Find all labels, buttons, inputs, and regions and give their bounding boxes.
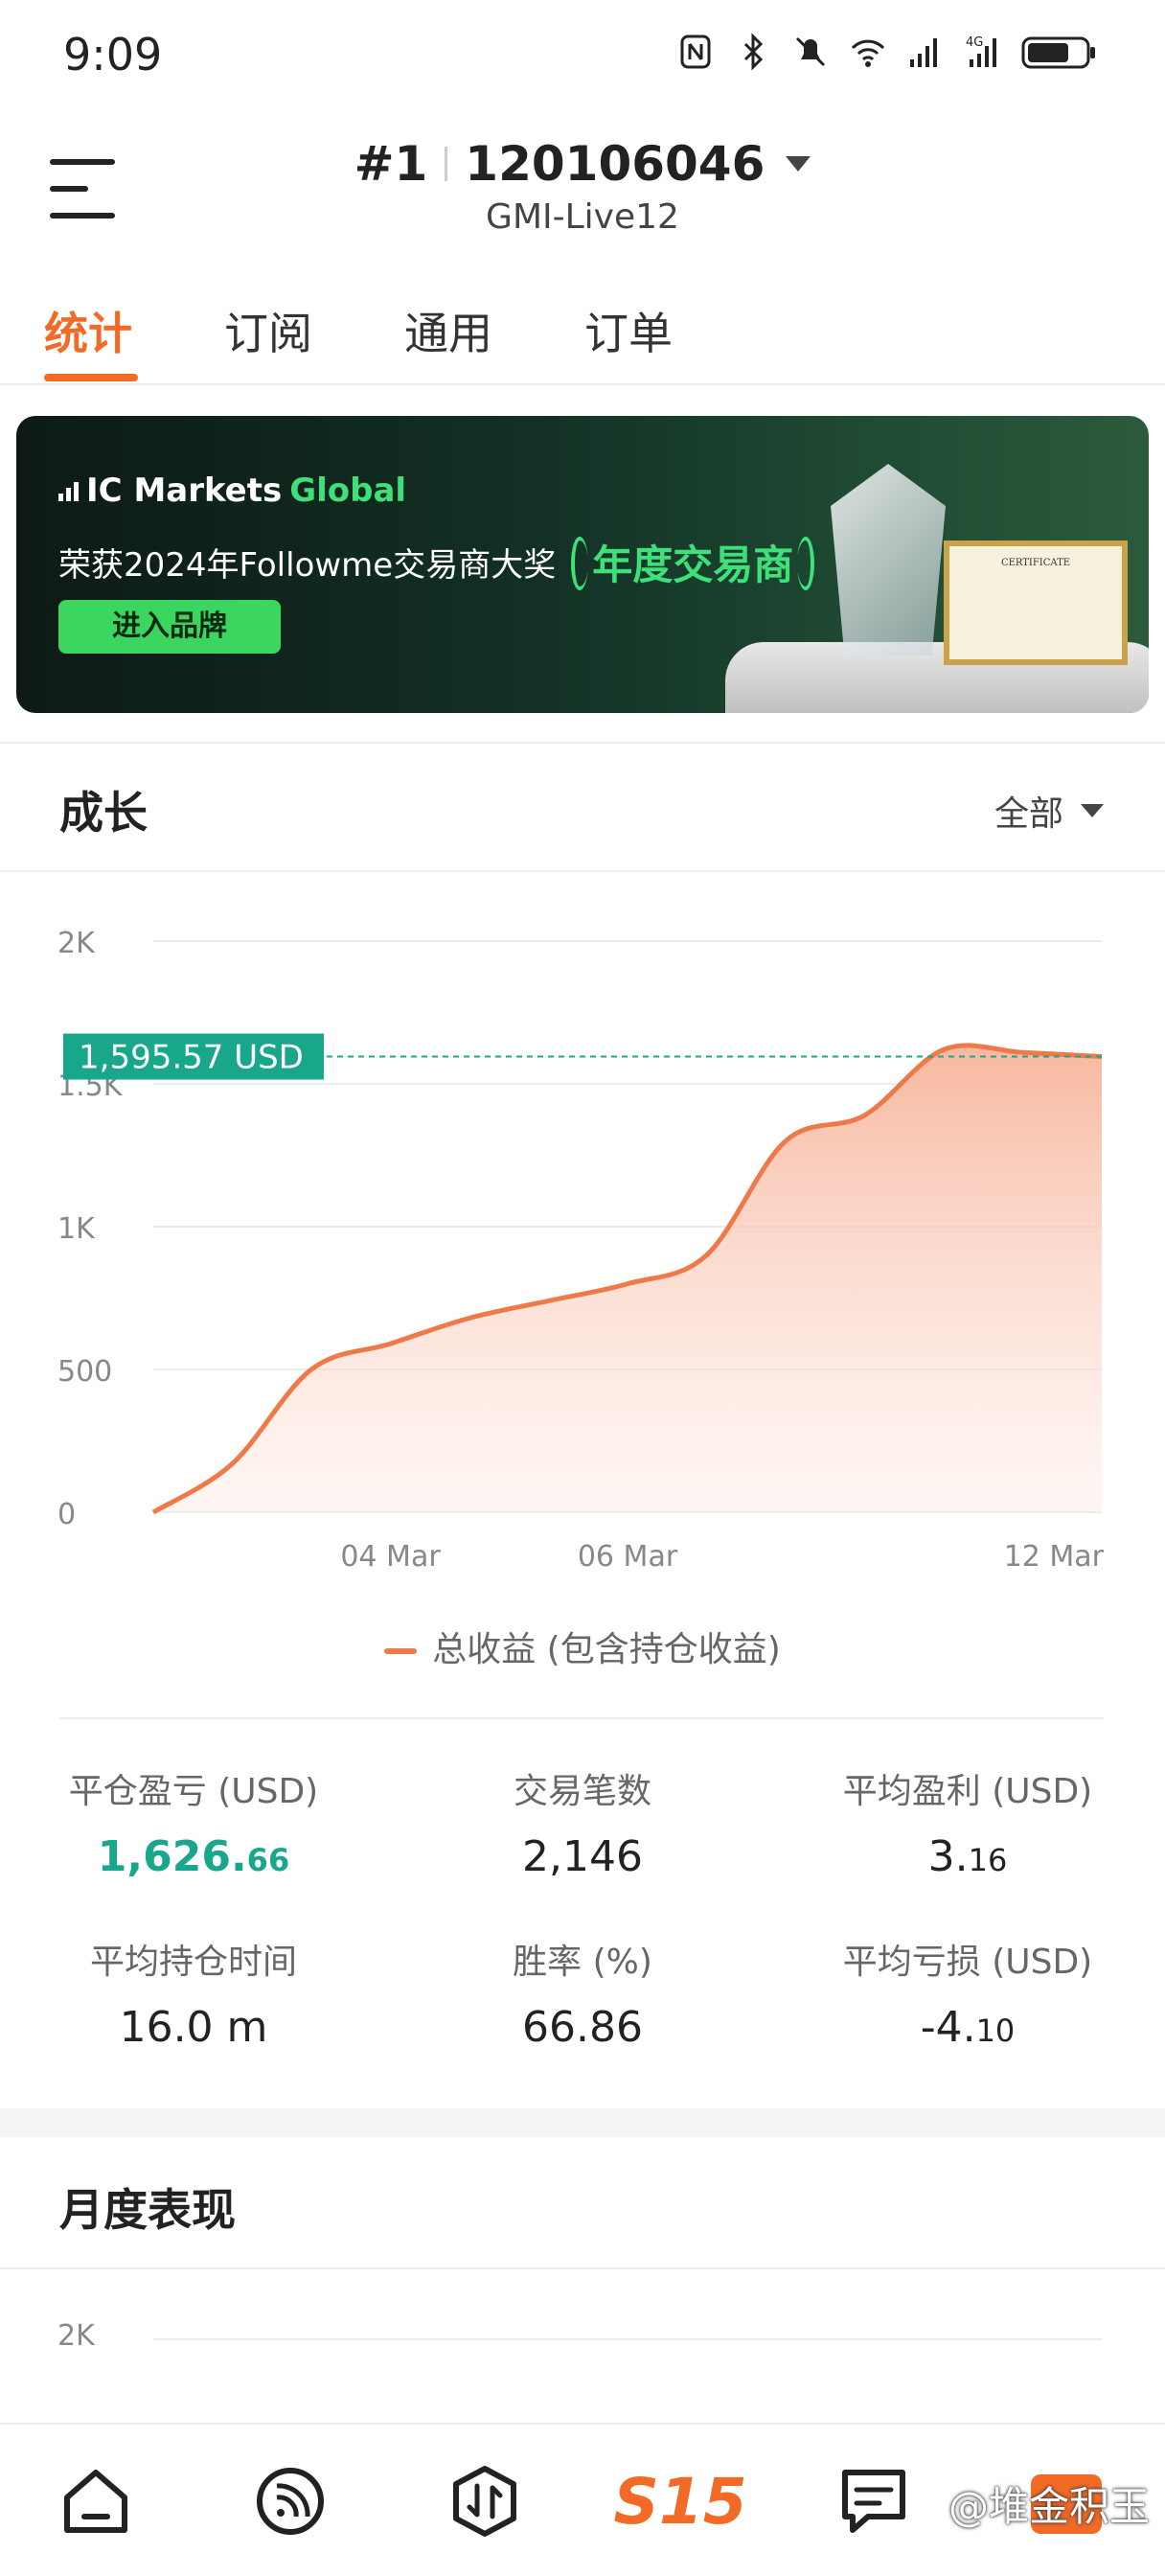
tab-subscribe[interactable]: 订阅 <box>224 299 312 362</box>
certificate-image: CERTIFICATE <box>944 540 1128 665</box>
stat-label: 平均持仓时间 <box>89 1943 297 1982</box>
stat-avg-profit: 平均盈利 (USD) 3.16 <box>776 1763 1159 1881</box>
stat-avg-hold-time: 平均持仓时间 16.0 m <box>2 1934 385 2052</box>
message-icon[interactable] <box>835 2463 912 2540</box>
stat-closed-pnl: 平仓盈亏 (USD) 1,626.66 <box>2 1763 385 1881</box>
mute-icon <box>795 36 826 67</box>
divider <box>0 742 1165 744</box>
growth-area <box>153 1045 1102 1512</box>
legend-swatch <box>384 1648 418 1654</box>
banner-text: 荣获2024年Followme交易商大奖 <box>58 546 557 585</box>
chevron-down-icon <box>786 156 811 172</box>
account-separator <box>445 147 448 181</box>
stat-value: 16.0 m <box>119 2003 268 2052</box>
growth-chart[interactable]: 2K 1.5K 1K 500 0 1,595.57 USD 04 Mar 06 Mar 12… <box>0 901 1165 1591</box>
brand-logo: IC Markets Global <box>58 472 406 510</box>
trade-icon[interactable] <box>446 2463 523 2540</box>
account-id: 120106046 <box>465 136 765 192</box>
tab-active-indicator <box>44 374 138 381</box>
growth-chart-svg: 2K1.5K1K5000 1,595.57 USD 04 Mar 06 Mar 12… <box>57 927 1105 1574</box>
growth-title: 成长 <box>59 787 148 839</box>
tab-orders[interactable]: 订单 <box>584 299 673 362</box>
stat-label: 交易笔数 <box>513 1772 651 1811</box>
account-selector[interactable]: #1 120106046 GMI-Live12 <box>0 136 1165 237</box>
battery-icon <box>1021 36 1095 69</box>
y-tick-label: 1K <box>57 1212 96 1246</box>
promo-banner[interactable]: IC Markets Global 荣获2024年Followme交易商大奖 年度… <box>16 416 1149 713</box>
signal-icon <box>910 38 937 67</box>
divider <box>59 1717 1104 1719</box>
svg-text:4G: 4G <box>966 35 983 50</box>
nfc-icon <box>680 34 711 69</box>
bottom-nav: S15 @堆金积玉 <box>0 2423 1165 2576</box>
banner-text-line: 荣获2024年Followme交易商大奖 年度交易商 <box>58 533 815 591</box>
bluetooth-icon <box>743 33 764 71</box>
feed-icon[interactable] <box>252 2463 329 2540</box>
monthly-title: 月度表现 <box>59 2184 236 2236</box>
stat-avg-loss: 平均亏损 (USD) -4.10 <box>776 1934 1159 2052</box>
stat-label: 平仓盈亏 (USD) <box>68 1772 319 1811</box>
legend-label: 总收益 (包含持仓收益) <box>432 1630 781 1669</box>
banner-award: 年度交易商 <box>571 533 815 591</box>
stat-label: 平均亏损 (USD) <box>842 1943 1093 1982</box>
account-header: #1 120106046 GMI-Live12 <box>0 115 1165 268</box>
x-tick-label: 06 Mar <box>578 1540 678 1574</box>
stat-value: 1,626.66 <box>97 1832 290 1881</box>
y-tick-label: 2K <box>57 927 96 960</box>
tab-statistics[interactable]: 统计 <box>44 299 132 362</box>
stat-value: -4.10 <box>920 2003 1016 2052</box>
monthly-gridline <box>153 2338 1102 2340</box>
status-bar: 9:09 4G <box>0 0 1165 115</box>
current-value-text: 1,595.57 USD <box>79 1039 304 1077</box>
stat-win-rate: 胜率 (%) 66.86 <box>391 1934 774 2052</box>
range-filter-dropdown[interactable]: 全部 <box>994 786 1104 836</box>
stat-value: 2,146 <box>522 1832 643 1881</box>
watermark: @堆金积玉 <box>948 2483 1150 2530</box>
chevron-down-icon <box>1081 804 1104 817</box>
y-tick-label: 0 <box>57 1498 76 1531</box>
tab-bar: 统计 订阅 通用 订单 <box>0 278 1165 385</box>
stat-label: 胜率 (%) <box>513 1943 652 1982</box>
y-tick-label: 500 <box>57 1355 112 1389</box>
range-filter-label: 全部 <box>994 794 1063 834</box>
divider <box>0 870 1165 872</box>
stat-value: 66.86 <box>522 2003 643 2052</box>
account-rank: #1 <box>354 136 428 192</box>
x-tick-label: 04 Mar <box>340 1540 441 1574</box>
stat-label: 平均盈利 (USD) <box>842 1772 1093 1811</box>
home-icon[interactable] <box>57 2463 134 2540</box>
s15-logo[interactable]: S15 <box>613 2463 746 2540</box>
trophy-image <box>831 464 946 656</box>
wifi-icon <box>851 39 885 67</box>
section-gap <box>0 2108 1165 2137</box>
stat-value: 3.16 <box>927 1832 1008 1881</box>
tab-general[interactable]: 通用 <box>404 299 492 362</box>
signal-4g-icon: 4G <box>966 35 996 67</box>
status-time: 9:09 <box>63 29 163 80</box>
status-icons: 4G <box>676 33 1098 71</box>
chart-legend[interactable]: 总收益 (包含持仓收益) <box>0 1622 1165 1671</box>
monthly-y-label: 2K <box>57 2319 95 2353</box>
x-tick-label: 12 Mar <box>1004 1540 1105 1574</box>
divider <box>0 2267 1165 2269</box>
stat-trade-count: 交易笔数 2,146 <box>391 1763 774 1881</box>
account-server: GMI-Live12 <box>486 197 679 237</box>
enter-brand-button[interactable]: 进入品牌 <box>58 600 281 654</box>
